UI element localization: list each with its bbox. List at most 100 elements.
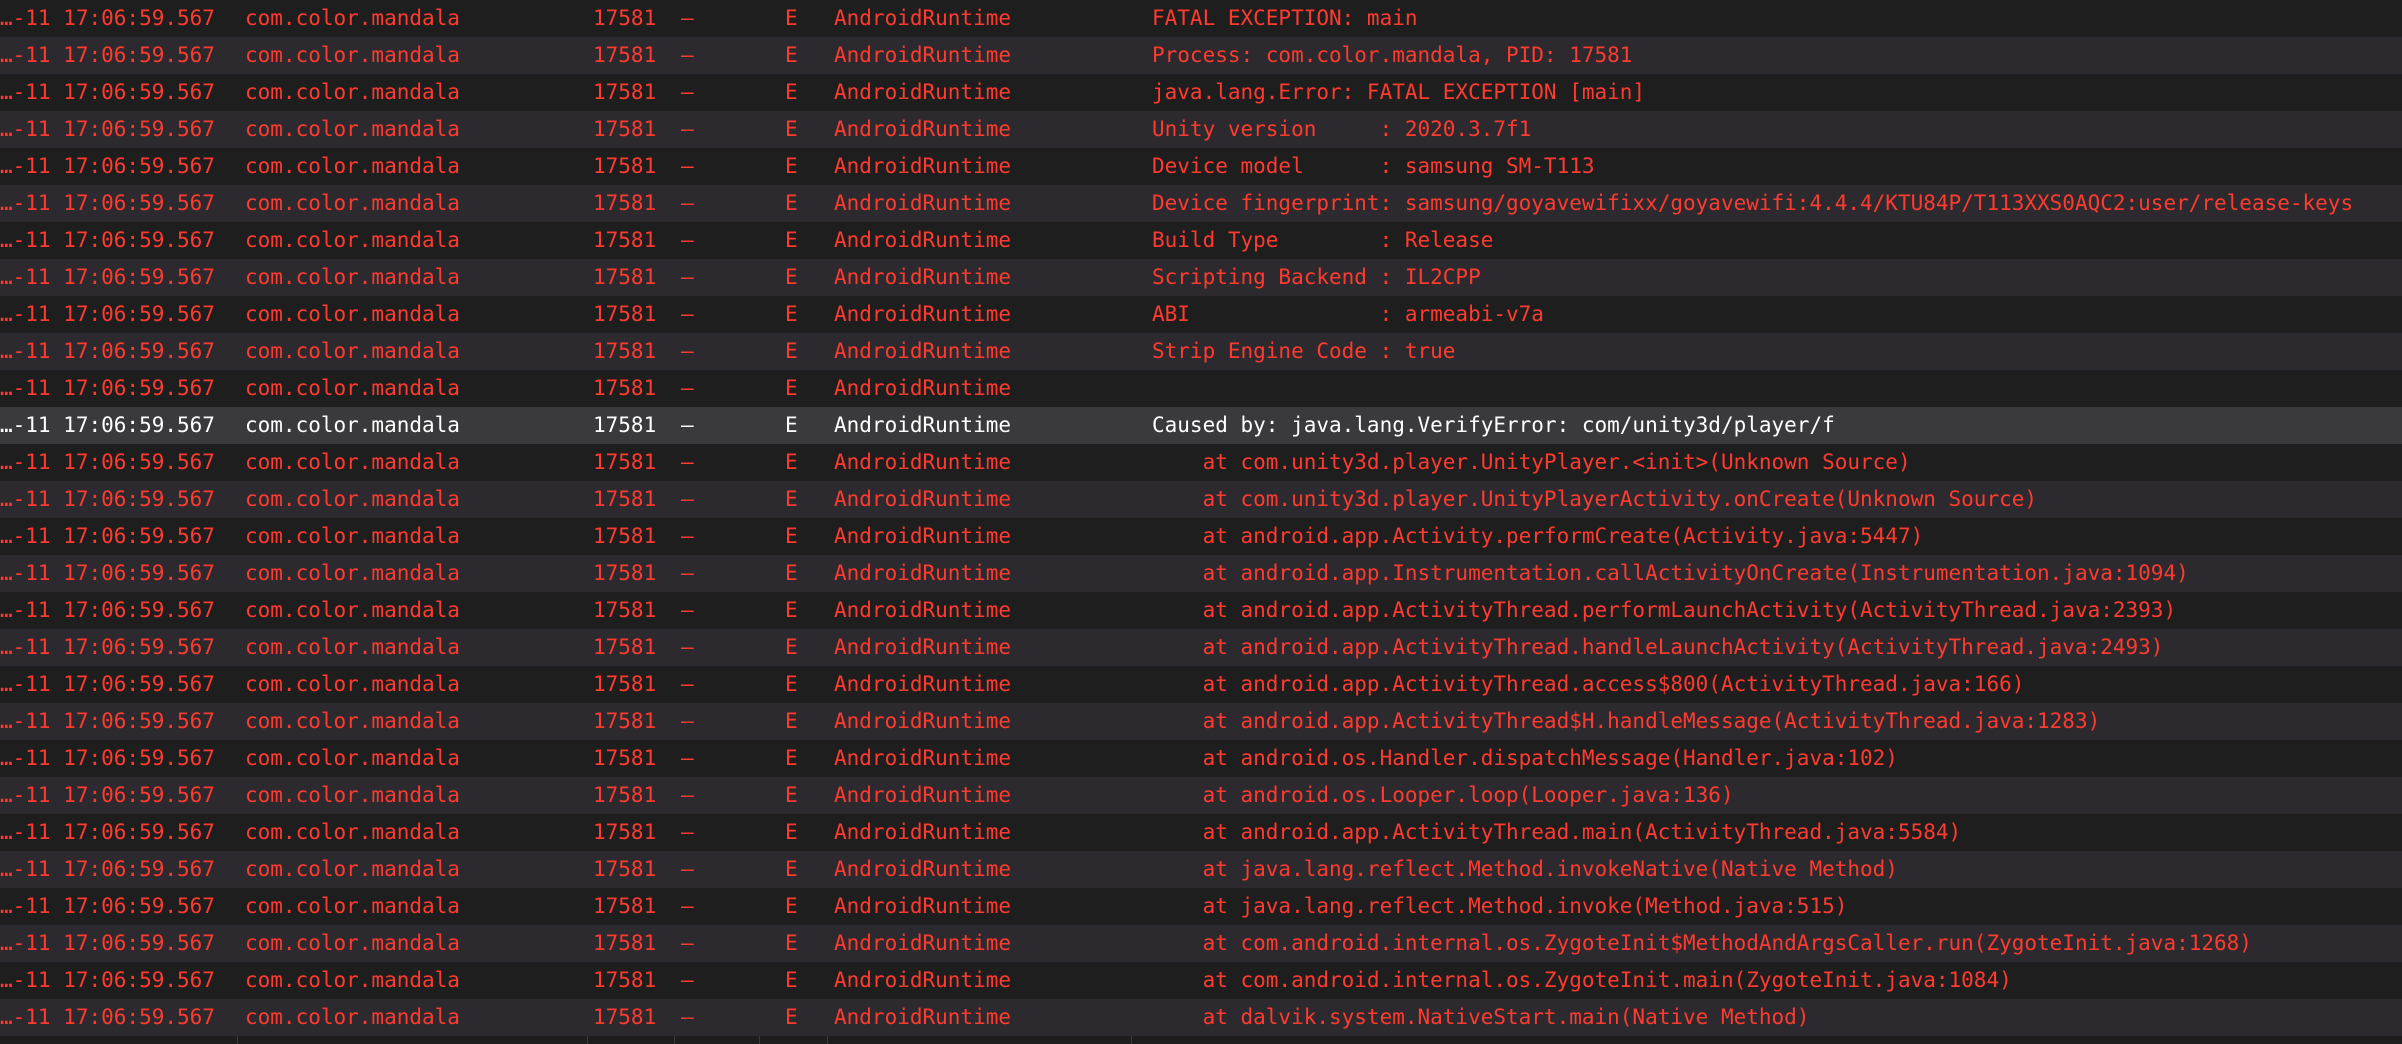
- log-cell-pid: 17581: [593, 6, 657, 30]
- log-cell-time: …-11 17:06:59.567: [0, 931, 215, 955]
- log-row[interactable]: …-11 17:06:59.567 com.color.mandala 17581–…: [0, 555, 2402, 592]
- log-cell-level: E: [785, 6, 798, 30]
- log-row[interactable]: …-11 17:06:59.567 com.color.mandala 17581–…: [0, 629, 2402, 666]
- log-cell-pid: 17581: [593, 339, 657, 363]
- log-cell-pid: 17581: [593, 487, 657, 511]
- log-cell-time: …-11 17:06:59.567: [0, 672, 215, 696]
- log-cell-process: com.color.mandala: [245, 117, 460, 141]
- log-cell-tid: –: [681, 450, 694, 474]
- log-cell-tag: AndroidRuntime: [834, 968, 1012, 992]
- log-cell-tid: –: [681, 1005, 694, 1029]
- log-cell-process: com.color.mandala: [245, 487, 460, 511]
- log-cell-pid: 17581: [593, 968, 657, 992]
- log-cell-pid: 17581: [593, 857, 657, 881]
- log-cell-process: com.color.mandala: [245, 672, 460, 696]
- log-cell-message: at java.lang.reflect.Method.invokeNative…: [1152, 857, 1898, 881]
- log-cell-time: …-11 17:06:59.567: [0, 339, 215, 363]
- log-cell-message: ABI : armeabi-v7a: [1152, 302, 1544, 326]
- log-cell-tag: AndroidRuntime: [834, 228, 1012, 252]
- log-cell-message: Device model : samsung SM-T113: [1152, 154, 1595, 178]
- log-row[interactable]: …-11 17:06:59.567 com.color.mandala 17581–…: [0, 518, 2402, 555]
- log-cell-level: E: [785, 265, 798, 289]
- log-cell-process: com.color.mandala: [245, 746, 460, 770]
- log-cell-message: at dalvik.system.NativeStart.main(Native…: [1152, 1005, 1810, 1029]
- log-row[interactable]: …-11 17:06:59.567 com.color.mandala 17581–…: [0, 851, 2402, 888]
- log-row[interactable]: …-11 17:06:59.567 com.color.mandala 17581–…: [0, 37, 2402, 74]
- log-cell-tid: –: [681, 302, 694, 326]
- log-cell-message: FATAL EXCEPTION: main: [1152, 6, 1418, 30]
- log-cell-pid: 17581: [593, 80, 657, 104]
- log-cell-time: …-11 17:06:59.567: [0, 191, 215, 215]
- log-row[interactable]: …-11 17:06:59.567 com.color.mandala 17581–…: [0, 925, 2402, 962]
- log-cell-level: E: [785, 228, 798, 252]
- log-row[interactable]: …-11 17:06:59.567 com.color.mandala 17581–…: [0, 111, 2402, 148]
- log-cell-pid: 17581: [593, 820, 657, 844]
- log-cell-message: Build Type : Release: [1152, 228, 1494, 252]
- log-cell-level: E: [785, 709, 798, 733]
- log-cell-tid: –: [681, 524, 694, 548]
- log-row[interactable]: …-11 17:06:59.567 com.color.mandala 17581–…: [0, 888, 2402, 925]
- log-row[interactable]: …-11 17:06:59.567 com.color.mandala 17581–…: [0, 296, 2402, 333]
- log-row[interactable]: …-11 17:06:59.567 com.color.mandala 17581–…: [0, 259, 2402, 296]
- log-row[interactable]: …-11 17:06:59.567 com.color.mandala 17581–…: [0, 185, 2402, 222]
- log-cell-time: …-11 17:06:59.567: [0, 302, 215, 326]
- log-cell-tag: AndroidRuntime: [834, 561, 1012, 585]
- log-cell-tag: AndroidRuntime: [834, 524, 1012, 548]
- log-cell-tag: AndroidRuntime: [834, 598, 1012, 622]
- log-row[interactable]: …-11 17:06:59.567 com.color.mandala 17581–…: [0, 777, 2402, 814]
- log-cell-tid: –: [681, 413, 694, 437]
- log-row[interactable]: …-11 17:06:59.567 com.color.mandala 17581–…: [0, 333, 2402, 370]
- log-cell-process: com.color.mandala: [245, 894, 460, 918]
- log-cell-tid: –: [681, 154, 694, 178]
- log-cell-level: E: [785, 524, 798, 548]
- log-row[interactable]: …-11 17:06:59.567 com.color.mandala 17581–…: [0, 592, 2402, 629]
- log-row[interactable]: …-11 17:06:59.567 com.color.mandala 17581–…: [0, 703, 2402, 740]
- log-cell-tag: AndroidRuntime: [834, 43, 1012, 67]
- log-cell-tag: AndroidRuntime: [834, 154, 1012, 178]
- log-cell-process: com.color.mandala: [245, 561, 460, 585]
- log-cell-tag: AndroidRuntime: [834, 487, 1012, 511]
- log-row[interactable]: …-11 17:06:59.567 com.color.mandala 17581–…: [0, 999, 2402, 1036]
- log-cell-tid: –: [681, 80, 694, 104]
- log-cell-level: E: [785, 931, 798, 955]
- log-cell-time: …-11 17:06:59.567: [0, 709, 215, 733]
- log-cell-pid: 17581: [593, 524, 657, 548]
- log-cell-level: E: [785, 117, 798, 141]
- log-row[interactable]: …-11 17:06:59.567 com.color.mandala 17581–…: [0, 740, 2402, 777]
- log-cell-time: …-11 17:06:59.567: [0, 598, 215, 622]
- log-cell-pid: 17581: [593, 561, 657, 585]
- log-row[interactable]: …-11 17:06:59.567 com.color.mandala 17581–…: [0, 148, 2402, 185]
- log-cell-process: com.color.mandala: [245, 709, 460, 733]
- log-cell-time: …-11 17:06:59.567: [0, 43, 215, 67]
- log-cell-tid: –: [681, 746, 694, 770]
- log-row[interactable]: …-11 17:06:59.567 com.color.mandala 17581–…: [0, 0, 2402, 37]
- log-cell-tid: –: [681, 228, 694, 252]
- log-cell-message: at android.app.Activity.performCreate(Ac…: [1152, 524, 1924, 548]
- log-cell-tag: AndroidRuntime: [834, 894, 1012, 918]
- log-cell-pid: 17581: [593, 598, 657, 622]
- log-cell-process: com.color.mandala: [245, 191, 460, 215]
- log-row[interactable]: …-11 17:06:59.567 com.color.mandala 17581–…: [0, 222, 2402, 259]
- log-row[interactable]: …-11 17:06:59.567 com.color.mandala 17581–…: [0, 481, 2402, 518]
- log-cell-tid: –: [681, 376, 694, 400]
- log-table: …-11 17:06:59.567 com.color.mandala 17581–…: [0, 0, 2402, 1044]
- log-cell-message: at com.unity3d.player.UnityPlayerActivit…: [1152, 487, 2038, 511]
- log-cell-level: E: [785, 894, 798, 918]
- log-cell-pid: 17581: [593, 672, 657, 696]
- log-row[interactable]: …-11 17:06:59.567 com.color.mandala 17581–…: [0, 666, 2402, 703]
- log-cell-level: E: [785, 450, 798, 474]
- log-row[interactable]: …-11 17:06:59.567 com.color.mandala 17581–…: [0, 814, 2402, 851]
- log-cell-pid: 17581: [593, 783, 657, 807]
- log-cell-message: at android.app.ActivityThread.main(Activ…: [1152, 820, 1962, 844]
- log-cell-time: …-11 17:06:59.567: [0, 783, 215, 807]
- log-row[interactable]: …-11 17:06:59.567 com.color.mandala 17581–…: [0, 444, 2402, 481]
- log-cell-time: …-11 17:06:59.567: [0, 820, 215, 844]
- log-row[interactable]: …-11 17:06:59.567 com.color.mandala 17581–…: [0, 74, 2402, 111]
- log-cell-time: …-11 17:06:59.567: [0, 413, 215, 437]
- log-row[interactable]: …-11 17:06:59.567 com.color.mandala 17581–…: [0, 962, 2402, 999]
- log-cell-time: …-11 17:06:59.567: [0, 561, 215, 585]
- log-cell-time: …-11 17:06:59.567: [0, 746, 215, 770]
- log-row-selected[interactable]: …-11 17:06:59.567 com.color.mandala 17581–…: [0, 407, 2402, 444]
- log-cell-time: …-11 17:06:59.567: [0, 265, 215, 289]
- log-row[interactable]: …-11 17:06:59.567 com.color.mandala 17581–…: [0, 370, 2402, 407]
